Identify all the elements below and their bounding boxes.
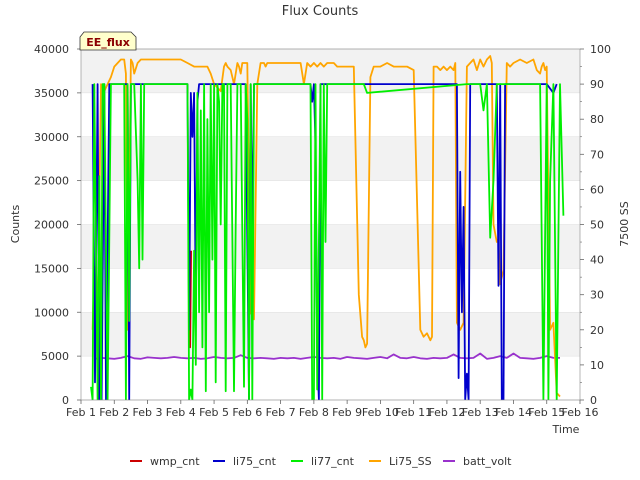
chart: 0500010000150002000025000300003500040000… [9, 4, 631, 468]
x-axis-ticks: Feb 1 Feb 2 Feb 3 Feb 4 Feb 5 Feb 6 Feb 7 Feb 8… [66, 400, 598, 419]
legend-label-batt_volt: batt_volt [463, 455, 512, 468]
x-tick-label: Feb 16 [562, 406, 599, 419]
y-tick-label: 40000 [34, 43, 69, 56]
chart-title: Flux Counts [282, 4, 359, 19]
y-tick-label: 30000 [34, 131, 69, 144]
y-tick-label: 15000 [34, 262, 69, 275]
x-axis-label: Time [552, 423, 580, 436]
x-tick-label: Feb 14 [495, 406, 532, 419]
x-tick-label: Feb 1 [66, 406, 96, 419]
x-tick-label: Feb 9 [332, 406, 362, 419]
y-tick-label: 25000 [34, 175, 69, 188]
grid-band [81, 312, 580, 357]
y2-tick-label: 10 [590, 359, 604, 372]
y-tick-label: 5000 [41, 350, 69, 363]
right-axis-ticks: 0102030405060708090100 [580, 43, 611, 407]
y2-tick-label: 50 [590, 219, 604, 232]
y2-tick-label: 70 [590, 148, 604, 161]
y-axis-label: Counts [9, 205, 22, 244]
y2-tick-label: 80 [590, 113, 604, 126]
x-tick-label: Feb 7 [266, 406, 296, 419]
annotation-box: EE_flux [79, 31, 137, 51]
y2-tick-label: 60 [590, 183, 604, 196]
y2-tick-label: 40 [590, 254, 604, 267]
legend-label-Li75_SS: Li75_SS [389, 455, 432, 468]
y2-tick-label: 100 [590, 43, 611, 56]
x-tick-label: Feb 2 [99, 406, 129, 419]
y2-tick-label: 30 [590, 289, 604, 302]
y2-tick-label: 20 [590, 324, 604, 337]
x-tick-label: Feb 3 [133, 406, 163, 419]
x-tick-label: Feb 13 [462, 406, 499, 419]
legend-label-wmp_cnt: wmp_cnt [150, 455, 200, 468]
x-tick-label: Feb 15 [528, 406, 565, 419]
legend-label-li75_cnt: li75_cnt [233, 455, 277, 468]
y-tick-label: 10000 [34, 306, 69, 319]
x-tick-label: Feb 12 [428, 406, 465, 419]
left-axis-ticks: 0500010000150002000025000300003500040000 [34, 43, 81, 407]
annotation-label: EE_flux [86, 36, 130, 49]
y-tick-label: 35000 [34, 87, 69, 100]
x-tick-label: Feb 8 [299, 406, 329, 419]
y-tick-label: 20000 [34, 219, 69, 232]
x-tick-label: Feb 5 [199, 406, 229, 419]
x-tick-label: Feb 4 [166, 406, 196, 419]
x-tick-label: Feb 11 [395, 406, 432, 419]
legend-label-li77_cnt: li77_cnt [311, 455, 355, 468]
y2-tick-label: 90 [590, 78, 604, 91]
y2-axis-label: 7500 SS [618, 201, 631, 246]
x-tick-label: Feb 10 [362, 406, 399, 419]
x-tick-label: Feb 6 [232, 406, 262, 419]
legend: wmp_cnt li75_cnt li77_cnt Li75_SS batt_volt [130, 455, 512, 468]
